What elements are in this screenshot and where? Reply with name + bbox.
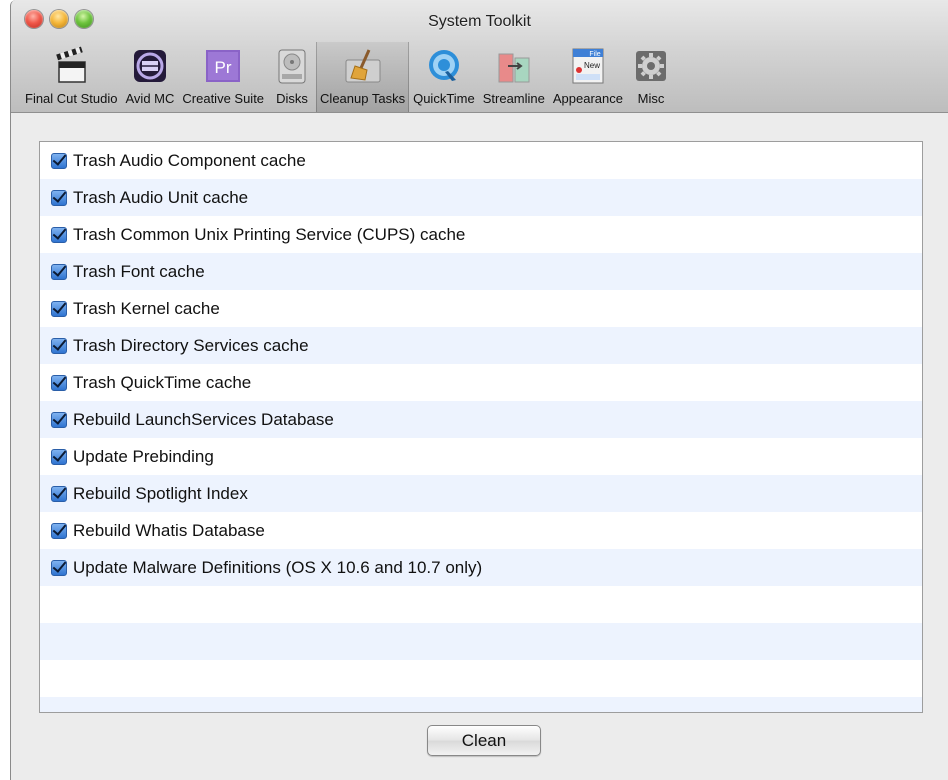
task-row[interactable]: Update Malware Definitions (OS X 10.6 an…: [40, 549, 922, 586]
app-window: System Toolkit Final Cut Studio Avid MC …: [10, 0, 948, 780]
toolbar-item-streamline[interactable]: Streamline: [479, 42, 549, 112]
toolbar-item-disks[interactable]: Disks: [268, 42, 316, 112]
task-label: Trash Common Unix Printing Service (CUPS…: [73, 224, 466, 244]
task-label: Rebuild Spotlight Index: [73, 483, 248, 503]
title-toolbar-area: System Toolkit Final Cut Studio Avid MC …: [11, 0, 948, 113]
task-row[interactable]: Update Prebinding: [40, 438, 922, 475]
avid-film-icon: [130, 46, 170, 86]
toolbar-item-quicktime[interactable]: QuickTime: [409, 42, 479, 112]
task-row[interactable]: Trash Kernel cache: [40, 290, 922, 327]
toolbar-item-label: Creative Suite: [182, 91, 265, 106]
toolbar-item-avid-mc[interactable]: Avid MC: [122, 42, 179, 112]
task-checkbox[interactable]: [51, 152, 67, 169]
window-title: System Toolkit: [428, 13, 531, 30]
premiere-icon: Pr: [203, 46, 243, 86]
task-row[interactable]: Trash Audio Component cache: [40, 142, 922, 179]
task-label: Trash Audio Unit cache: [73, 187, 249, 207]
task-checkbox[interactable]: [51, 374, 67, 391]
empty-row: [40, 697, 922, 712]
toolbar-item-final-cut-studio[interactable]: Final Cut Studio: [21, 42, 122, 112]
task-row[interactable]: Rebuild Spotlight Index: [40, 475, 922, 512]
task-checkbox[interactable]: [51, 263, 67, 280]
toolbar-item-label: Streamline: [482, 91, 545, 106]
task-label: Trash Font cache: [73, 261, 205, 281]
task-label: Update Malware Definitions (OS X 10.6 an…: [73, 557, 483, 577]
task-label: Trash Directory Services cache: [73, 335, 309, 355]
premiere-icon-text: Pr: [215, 58, 232, 77]
task-checkbox[interactable]: [51, 485, 67, 502]
streamline-icon: [494, 46, 534, 86]
empty-row: [40, 660, 922, 697]
task-row[interactable]: Trash QuickTime cache: [40, 364, 922, 401]
task-label: Update Prebinding: [73, 446, 214, 466]
toolbar: Final Cut Studio Avid MC Pr Creative Sui…: [21, 42, 675, 112]
toolbar-item-cleanup-tasks[interactable]: Cleanup Tasks: [316, 42, 410, 112]
gear-icon: [631, 46, 671, 86]
toolbar-item-label: Appearance: [552, 91, 623, 106]
toolbar-item-label: Avid MC: [125, 91, 175, 106]
task-label: Rebuild LaunchServices Database: [73, 409, 334, 429]
toolbar-item-label: Misc: [637, 91, 665, 106]
clapperboard-icon: [51, 46, 91, 86]
task-checkbox[interactable]: [51, 337, 67, 354]
toolbar-item-label: Final Cut Studio: [25, 91, 118, 106]
toolbar-item-misc[interactable]: Misc: [627, 42, 675, 112]
disk-drive-icon: [272, 46, 312, 86]
task-row[interactable]: Rebuild LaunchServices Database: [40, 401, 922, 438]
task-checkbox[interactable]: [51, 522, 67, 539]
task-row[interactable]: Trash Directory Services cache: [40, 327, 922, 364]
task-checkbox[interactable]: [51, 411, 67, 428]
task-checkbox[interactable]: [51, 189, 67, 206]
task-label: Trash QuickTime cache: [73, 372, 252, 392]
appearance-icon-new-text: New: [584, 61, 600, 70]
toolbar-item-appearance[interactable]: File New Appearance: [549, 42, 627, 112]
task-checkbox[interactable]: [51, 448, 67, 465]
task-row[interactable]: Rebuild Whatis Database: [40, 512, 922, 549]
task-row[interactable]: Trash Audio Unit cache: [40, 179, 922, 216]
task-label: Rebuild Whatis Database: [73, 520, 265, 540]
task-row[interactable]: Trash Font cache: [40, 253, 922, 290]
broom-icon: [343, 46, 383, 86]
toolbar-item-label: QuickTime: [413, 91, 475, 106]
appearance-icon-file-text: File: [589, 51, 600, 58]
toolbar-item-label: Cleanup Tasks: [320, 91, 406, 106]
toolbar-item-label: Disks: [276, 91, 308, 106]
task-checkbox[interactable]: [51, 226, 67, 243]
empty-row: [40, 623, 922, 660]
quicktime-icon: [424, 46, 464, 86]
cleanup-task-list: Trash Audio Component cache Trash Audio …: [39, 141, 923, 713]
task-checkbox[interactable]: [51, 559, 67, 576]
empty-row: [40, 586, 922, 623]
appearance-window-icon: File New: [568, 46, 608, 86]
task-label: Trash Audio Component cache: [73, 150, 306, 170]
toolbar-item-creative-suite[interactable]: Pr Creative Suite: [178, 42, 268, 112]
task-row[interactable]: Trash Common Unix Printing Service (CUPS…: [40, 216, 922, 253]
task-label: Trash Kernel cache: [73, 298, 220, 318]
clean-button[interactable]: Clean: [427, 725, 541, 756]
task-checkbox[interactable]: [51, 300, 67, 317]
